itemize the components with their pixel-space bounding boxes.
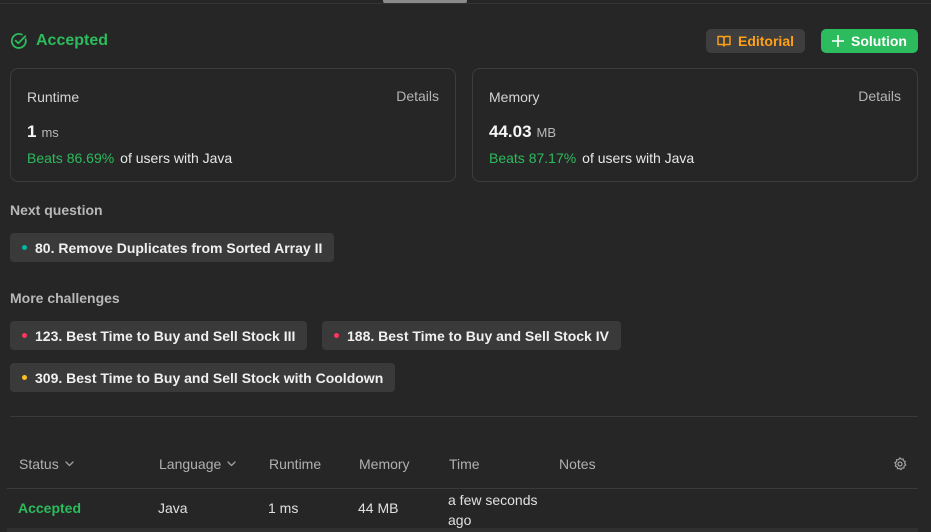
challenge-title: 188. Best Time to Buy and Sell Stock IV [347, 327, 609, 344]
solution-label: Solution [851, 33, 907, 49]
memory-value: 44.03 [489, 122, 532, 141]
language-header-label: Language [159, 456, 222, 472]
memory-unit: MB [536, 125, 557, 140]
submission-result-panel: Accepted Editorial Solution Runtime Deta… [0, 0, 931, 532]
next-row-edge [7, 528, 918, 532]
status-header-label: Status [19, 456, 59, 472]
check-circle-icon [10, 32, 28, 50]
editorial-label: Editorial [737, 33, 794, 49]
section-divider [10, 416, 918, 417]
table-header-rule [7, 488, 918, 489]
difficulty-dot [22, 375, 27, 380]
notes-column-header: Notes [559, 456, 596, 472]
status-wrap: Accepted [10, 32, 108, 50]
gear-icon[interactable] [893, 457, 907, 471]
runtime-beats-suffix: of users with Java [120, 150, 233, 166]
row-memory: 44 MB [358, 500, 399, 516]
next-question-title: 80. Remove Duplicates from Sorted Array … [35, 239, 323, 256]
runtime-value: 1 [27, 122, 37, 141]
memory-beats: Beats 87.17% [489, 150, 577, 166]
runtime-unit: ms [41, 125, 59, 140]
runtime-value-wrap: 1 ms [27, 122, 59, 142]
result-status: Accepted [36, 32, 109, 49]
row-time: a few seconds ago [448, 492, 538, 528]
next-question-chip[interactable]: 80. Remove Duplicates from Sorted Array … [10, 233, 335, 262]
result-header: Accepted Editorial Solution [10, 28, 918, 54]
memory-column-header: Memory [359, 456, 410, 472]
runtime-label: Runtime [27, 89, 80, 105]
runtime-card[interactable]: Runtime Details 1 ms Beats 86.69% of use… [10, 68, 456, 182]
runtime-beats: Beats 86.69% [27, 150, 115, 166]
more-challenges-heading: More challenges [10, 290, 120, 306]
runtime-beats-line: Beats 86.69% of users with Java [27, 150, 232, 166]
challenge-title: 309. Best Time to Buy and Sell Stock wit… [35, 369, 384, 386]
difficulty-dot [334, 333, 339, 338]
row-status[interactable]: Accepted [18, 500, 81, 516]
status-column-header[interactable]: Status [19, 456, 74, 472]
language-column-header[interactable]: Language [159, 456, 236, 472]
runtime-details-link[interactable]: Details [396, 88, 439, 104]
memory-details-link[interactable]: Details [858, 88, 901, 104]
book-icon [717, 35, 731, 47]
next-question-heading: Next question [10, 202, 103, 218]
header-actions: Editorial Solution [705, 29, 918, 53]
plus-icon [832, 35, 844, 47]
challenge-chip[interactable]: 188. Best Time to Buy and Sell Stock IV [322, 321, 621, 350]
add-solution-button[interactable]: Solution [821, 29, 918, 53]
memory-value-wrap: 44.03 MB [489, 122, 556, 142]
memory-beats-suffix: of users with Java [582, 150, 695, 166]
top-border [0, 3, 931, 4]
memory-beats-line: Beats 87.17% of users with Java [489, 150, 694, 166]
difficulty-dot [22, 333, 27, 338]
runtime-column-header: Runtime [269, 456, 322, 472]
memory-label: Memory [489, 89, 540, 105]
row-runtime: 1 ms [268, 500, 299, 516]
challenge-title: 123. Best Time to Buy and Sell Stock III [35, 327, 296, 344]
difficulty-dot [22, 245, 27, 250]
chevron-down-icon [227, 461, 236, 467]
memory-card[interactable]: Memory Details 44.03 MB Beats 87.17% of … [472, 68, 918, 182]
row-language: Java [158, 500, 188, 516]
chevron-down-icon [65, 461, 74, 467]
editorial-button[interactable]: Editorial [705, 29, 805, 53]
time-column-header: Time [449, 456, 480, 472]
challenge-chip[interactable]: 309. Best Time to Buy and Sell Stock wit… [10, 363, 396, 392]
challenge-chip[interactable]: 123. Best Time to Buy and Sell Stock III [10, 321, 308, 350]
